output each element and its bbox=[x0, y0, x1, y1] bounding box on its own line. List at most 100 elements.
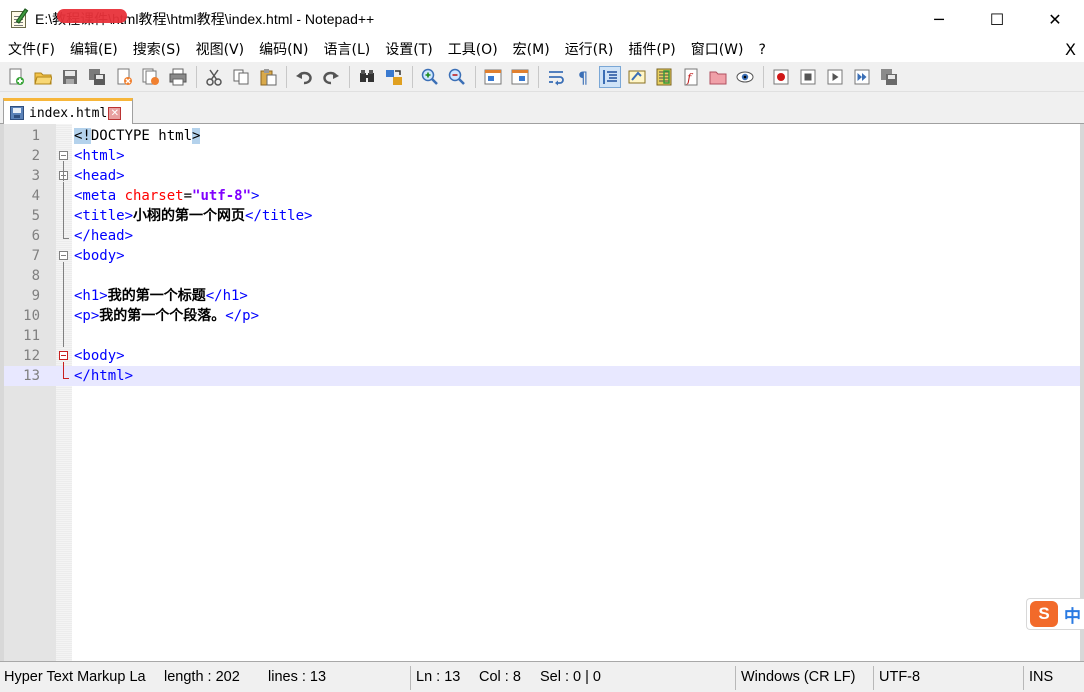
close-file-icon[interactable] bbox=[113, 66, 135, 88]
window-controls: ─ ☐ ✕ bbox=[910, 0, 1084, 38]
document-map-icon[interactable] bbox=[653, 66, 675, 88]
menu-encoding[interactable]: 编码(N) bbox=[251, 38, 315, 62]
code-text: </head> bbox=[74, 226, 133, 246]
code-line[interactable]: 9 <h1>我的第一个标题</h1> bbox=[4, 286, 1080, 306]
new-file-icon[interactable] bbox=[5, 66, 27, 88]
menu-window[interactable]: 窗口(W) bbox=[683, 38, 751, 62]
indent-guide-icon[interactable] bbox=[599, 65, 621, 88]
run-macro-multiple-icon[interactable] bbox=[851, 66, 873, 88]
copy-icon[interactable] bbox=[230, 66, 252, 88]
status-insert-mode[interactable]: INS bbox=[1029, 662, 1053, 692]
status-eol[interactable]: Windows (CR LF) bbox=[741, 662, 855, 692]
code-line[interactable]: 7 <body> bbox=[4, 246, 1080, 266]
fold-collapse-icon[interactable] bbox=[59, 351, 69, 361]
monitoring-icon[interactable] bbox=[734, 66, 756, 88]
code-line[interactable]: 10 <p>我的第一个个段落。</p> bbox=[4, 306, 1080, 326]
menu-macro[interactable]: 宏(M) bbox=[505, 38, 557, 62]
menu-settings[interactable]: 设置(T) bbox=[377, 38, 439, 62]
code-line[interactable]: 1 <!DOCTYPE html> bbox=[4, 126, 1080, 146]
close-all-icon[interactable] bbox=[140, 66, 162, 88]
toolbar-separator bbox=[412, 65, 413, 88]
function-list-icon[interactable]: f bbox=[680, 66, 702, 88]
replace-icon[interactable] bbox=[383, 66, 405, 88]
save-all-icon[interactable] bbox=[86, 66, 108, 88]
record-macro-icon[interactable] bbox=[770, 66, 792, 88]
word-wrap-icon[interactable] bbox=[545, 66, 567, 88]
undo-icon[interactable] bbox=[293, 66, 315, 88]
tab-index-html[interactable]: index.html ✕ bbox=[3, 98, 133, 125]
menu-edit[interactable]: 编辑(E) bbox=[62, 38, 125, 62]
code-line[interactable]: 12 <body> bbox=[4, 346, 1080, 366]
line-number: 8 bbox=[31, 268, 40, 284]
code-token: <p> bbox=[74, 308, 100, 324]
status-column: Col : 8 bbox=[479, 669, 521, 685]
code-token: <meta bbox=[74, 188, 125, 204]
menu-plugins[interactable]: 插件(P) bbox=[620, 38, 682, 62]
notepad-app-icon[interactable] bbox=[9, 8, 31, 30]
close-window-button[interactable]: ✕ bbox=[1026, 0, 1084, 38]
toolbar-separator bbox=[475, 65, 476, 88]
sogou-ime-icon: S bbox=[1030, 601, 1058, 627]
toolbar-separator bbox=[763, 65, 764, 88]
code-line[interactable]: 13 </html> bbox=[4, 366, 1080, 386]
cut-icon[interactable] bbox=[203, 66, 225, 88]
fold-collapse-icon[interactable] bbox=[59, 171, 69, 181]
ime-indicator[interactable]: S 中 bbox=[1026, 598, 1084, 630]
menu-language[interactable]: 语言(L) bbox=[316, 38, 378, 62]
menu-file[interactable]: 文件(F) bbox=[0, 38, 62, 62]
tab-close-icon[interactable]: ✕ bbox=[108, 106, 122, 120]
code-line[interactable]: 8 bbox=[4, 266, 1080, 286]
code-line[interactable]: 3 <head> bbox=[4, 166, 1080, 186]
code-token: <html> bbox=[74, 148, 125, 164]
code-token: </p> bbox=[225, 308, 260, 324]
toolbar-separator bbox=[286, 65, 287, 88]
fold-collapse-icon[interactable] bbox=[59, 151, 69, 161]
code-token: <body> bbox=[74, 248, 125, 264]
save-icon[interactable] bbox=[59, 66, 81, 88]
user-defined-language-icon[interactable] bbox=[626, 66, 648, 88]
menu-help[interactable]: ? bbox=[751, 38, 773, 62]
redo-icon[interactable] bbox=[320, 66, 342, 88]
code-token: = bbox=[183, 188, 193, 204]
zoom-out-icon[interactable] bbox=[446, 66, 468, 88]
minimize-button[interactable]: ─ bbox=[910, 0, 968, 38]
code-line[interactable]: 6 </head> bbox=[4, 226, 1080, 246]
sync-horizontal-icon[interactable] bbox=[509, 66, 531, 88]
fold-collapse-icon[interactable] bbox=[59, 251, 69, 261]
code-token: <title> bbox=[74, 208, 134, 224]
print-icon[interactable] bbox=[167, 66, 189, 88]
stop-macro-icon[interactable] bbox=[797, 66, 819, 88]
show-all-characters-icon[interactable]: ¶ bbox=[572, 66, 594, 88]
status-line-number: Ln : 13 bbox=[416, 669, 461, 685]
line-number: 11 bbox=[23, 328, 40, 344]
zoom-in-icon[interactable] bbox=[419, 66, 441, 88]
menu-search[interactable]: 搜索(S) bbox=[125, 38, 188, 62]
saved-file-icon bbox=[10, 106, 24, 120]
code-line[interactable]: 4 <meta charset="utf-8"> bbox=[4, 186, 1080, 206]
menu-bar: 文件(F) 编辑(E) 搜索(S) 视图(V) 编码(N) 语言(L) 设置(T… bbox=[0, 38, 1084, 62]
save-macro-icon[interactable] bbox=[878, 66, 900, 88]
sync-vertical-icon[interactable] bbox=[482, 66, 504, 88]
code-token: "utf-8" bbox=[192, 188, 252, 204]
menu-run[interactable]: 运行(R) bbox=[557, 38, 621, 62]
code-token: > bbox=[251, 188, 260, 204]
code-editor[interactable]: 1 <!DOCTYPE html> 2 <html> 3 <head> 4 <meta cha… bbox=[0, 124, 1084, 661]
code-lines[interactable]: 1 <!DOCTYPE html> 2 <html> 3 <head> 4 <meta cha… bbox=[4, 126, 1080, 386]
find-icon[interactable] bbox=[356, 66, 378, 88]
code-token: 小栩的第一个网页 bbox=[133, 208, 246, 224]
code-line[interactable]: 11 bbox=[4, 326, 1080, 346]
close-document-button[interactable]: X bbox=[1065, 38, 1076, 62]
status-bar: Hyper Text Markup La length : 202 lines … bbox=[0, 661, 1084, 692]
play-macro-icon[interactable] bbox=[824, 66, 846, 88]
code-line[interactable]: 5 <title>小栩的第一个网页</title> bbox=[4, 206, 1080, 226]
title-bar: E:\教程课件\html教程\html教程\index.html - Notep… bbox=[0, 0, 1084, 38]
folder-workspace-icon[interactable] bbox=[707, 66, 729, 88]
status-encoding[interactable]: UTF-8 bbox=[879, 662, 920, 692]
code-token: 我的第一个标题 bbox=[107, 288, 206, 304]
maximize-button[interactable]: ☐ bbox=[968, 0, 1026, 38]
menu-view[interactable]: 视图(V) bbox=[188, 38, 252, 62]
paste-icon[interactable] bbox=[257, 66, 279, 88]
menu-tools[interactable]: 工具(O) bbox=[440, 38, 505, 62]
open-file-icon[interactable] bbox=[32, 66, 54, 88]
code-line[interactable]: 2 <html> bbox=[4, 146, 1080, 166]
